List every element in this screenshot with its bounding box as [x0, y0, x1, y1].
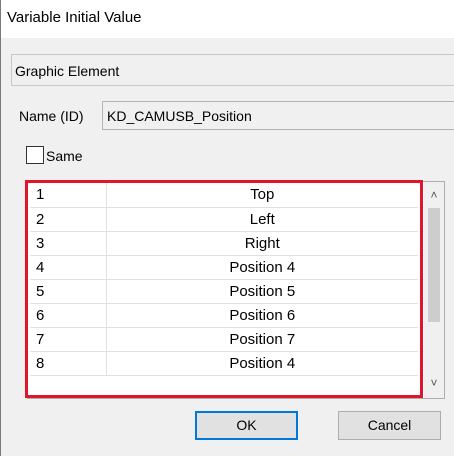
name-id-value: KD_CAMUSB_Position	[107, 108, 252, 124]
row-index: 3	[30, 231, 107, 256]
list-item[interactable]: 1 Top	[30, 183, 418, 208]
row-index: 1	[30, 183, 107, 208]
row-index: 6	[30, 303, 107, 328]
name-id-label: Name (ID)	[19, 108, 84, 124]
list-item[interactable]: 2 Left	[30, 207, 418, 232]
row-value[interactable]: Position 6	[106, 303, 418, 328]
list-viewport: 1 Top 2 Left 3 Right 4 Position 4 5 Posi…	[30, 183, 418, 392]
row-index: 8	[30, 351, 107, 376]
group-label: Graphic Element	[15, 63, 120, 79]
row-value[interactable]: Left	[106, 207, 418, 232]
dialog-window: Variable Initial Value Graphic Element N…	[0, 0, 454, 456]
list-item[interactable]: 4 Position 4	[30, 255, 418, 280]
row-index: 7	[30, 327, 107, 352]
list-item[interactable]: 5 Position 5	[30, 279, 418, 304]
window-title: Variable Initial Value	[7, 9, 142, 26]
row-value[interactable]: Position 7	[106, 327, 418, 352]
chevron-down-icon[interactable]: ˅	[424, 372, 444, 394]
list-item[interactable]: 8 Position 4	[30, 351, 418, 376]
row-value[interactable]: Top	[106, 183, 418, 208]
list-scrollbar[interactable]: ˄ ˅	[424, 182, 444, 398]
same-checkbox[interactable]	[26, 146, 44, 164]
list-item[interactable]: 6 Position 6	[30, 303, 418, 328]
row-value[interactable]: Right	[106, 231, 418, 256]
cancel-button[interactable]: Cancel	[338, 411, 441, 440]
ok-button[interactable]: OK	[195, 411, 298, 440]
same-checkbox-label[interactable]: Same	[46, 148, 83, 164]
list-item[interactable]: 7 Position 7	[30, 327, 418, 352]
row-value[interactable]: Position 5	[106, 279, 418, 304]
list-item[interactable]: 3 Right	[30, 231, 418, 256]
row-index: 2	[30, 207, 107, 232]
row-value[interactable]: Position 4	[106, 255, 418, 280]
chevron-up-icon[interactable]: ˄	[424, 184, 444, 206]
title-bar[interactable]: Variable Initial Value	[1, 0, 454, 38]
scrollbar-thumb[interactable]	[428, 208, 440, 322]
list-table: 1 Top 2 Left 3 Right 4 Position 4 5 Posi…	[30, 183, 418, 376]
row-index: 5	[30, 279, 107, 304]
row-index: 4	[30, 255, 107, 280]
row-value[interactable]: Position 4	[106, 351, 418, 376]
